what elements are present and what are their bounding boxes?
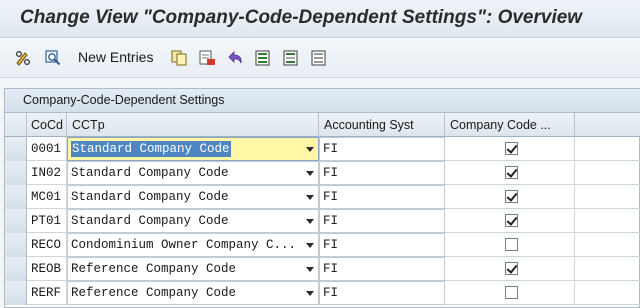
table-row: IN02 Standard Company Code FI — [5, 161, 640, 185]
chevron-down-icon[interactable] — [306, 195, 314, 200]
column-header-company-code[interactable]: Company Code ... — [445, 113, 575, 137]
select-block-icon[interactable] — [282, 49, 300, 67]
table-row: RERF Reference Company Code FI — [5, 281, 640, 305]
panel-title-bar: Company-Code-Dependent Settings — [5, 89, 640, 113]
table-header: CoCd CCTp Accounting Syst Company Code .… — [5, 113, 640, 137]
company-code-checkbox[interactable] — [505, 190, 518, 203]
table-row: 0001 Standard Company Code FI — [5, 137, 640, 161]
company-code-checkbox[interactable] — [505, 238, 518, 251]
company-code-cell — [445, 185, 575, 209]
chevron-down-icon[interactable] — [306, 147, 314, 152]
chevron-down-icon[interactable] — [306, 243, 314, 248]
cctp-dropdown[interactable]: Reference Company Code — [67, 257, 319, 281]
row-selector[interactable] — [5, 209, 27, 233]
deselect-all-icon[interactable] — [310, 49, 328, 67]
undo-icon[interactable] — [226, 49, 244, 67]
select-all-column-header[interactable] — [5, 113, 27, 137]
application-toolbar: New Entries — [0, 38, 640, 78]
cctp-value: Standard Company Code — [71, 214, 229, 228]
delete-icon[interactable] — [198, 49, 216, 67]
cctp-value: Standard Company Code — [71, 190, 229, 204]
chevron-down-icon[interactable] — [306, 291, 314, 296]
row-selector[interactable] — [5, 257, 27, 281]
row-selector[interactable] — [5, 185, 27, 209]
accounting-system-field[interactable]: FI — [319, 233, 445, 257]
cctp-value: Condominium Owner Company C... — [71, 238, 297, 252]
cocd-cell: IN02 — [27, 161, 67, 185]
company-code-checkbox[interactable] — [505, 286, 518, 299]
cocd-cell: RECO — [27, 233, 67, 257]
table-row: RECO Condominium Owner Company C... FI — [5, 233, 640, 257]
cocd-cell: RERF — [27, 281, 67, 305]
column-header-accounting-system[interactable]: Accounting Syst — [319, 113, 445, 137]
company-code-checkbox[interactable] — [505, 214, 518, 227]
table-row: REOB Reference Company Code FI — [5, 257, 640, 281]
row-selector[interactable] — [5, 161, 27, 185]
accounting-system-field[interactable]: FI — [319, 137, 445, 161]
company-code-cell — [445, 209, 575, 233]
company-code-checkbox[interactable] — [505, 166, 518, 179]
cocd-cell: 0001 — [27, 137, 67, 161]
row-selector[interactable] — [5, 281, 27, 305]
cctp-dropdown[interactable]: Standard Company Code — [67, 137, 319, 161]
cctp-value: Reference Company Code — [71, 286, 237, 300]
accounting-system-field[interactable]: FI — [319, 257, 445, 281]
panel-title: Company-Code-Dependent Settings — [23, 93, 225, 107]
company-code-checkbox[interactable] — [505, 262, 518, 275]
cocd-cell: REOB — [27, 257, 67, 281]
cctp-value: Reference Company Code — [71, 262, 237, 276]
cctp-dropdown[interactable]: Reference Company Code — [67, 281, 319, 305]
select-all-icon[interactable] — [254, 49, 272, 67]
chevron-down-icon[interactable] — [306, 267, 314, 272]
cctp-dropdown[interactable]: Standard Company Code — [67, 185, 319, 209]
company-code-cell — [445, 257, 575, 281]
company-code-cell — [445, 233, 575, 257]
chevron-down-icon[interactable] — [306, 171, 314, 176]
cocd-cell: PT01 — [27, 209, 67, 233]
accounting-system-field[interactable]: FI — [319, 161, 445, 185]
column-header-cctp[interactable]: CCTp — [67, 113, 319, 137]
company-code-cell — [445, 161, 575, 185]
row-selector[interactable] — [5, 137, 27, 161]
company-code-cell — [445, 137, 575, 161]
copy-icon[interactable] — [170, 49, 188, 67]
cctp-dropdown[interactable]: Condominium Owner Company C... — [67, 233, 319, 257]
table-row: MC01 Standard Company Code FI — [5, 185, 640, 209]
column-header-cocd[interactable]: CoCd — [27, 113, 67, 137]
accounting-system-field[interactable]: FI — [319, 281, 445, 305]
cocd-cell: MC01 — [27, 185, 67, 209]
content-area: Company-Code-Dependent Settings CoCd CCT… — [0, 78, 640, 308]
company-code-cell — [445, 281, 575, 305]
table-row: PT01 Standard Company Code FI — [5, 209, 640, 233]
settings-table-panel: Company-Code-Dependent Settings CoCd CCT… — [4, 88, 640, 308]
accounting-system-field[interactable]: FI — [319, 185, 445, 209]
chevron-down-icon[interactable] — [306, 219, 314, 224]
cctp-value: Standard Company Code — [71, 166, 229, 180]
pencil-glasses-icon[interactable] — [14, 49, 32, 67]
new-entries-button[interactable]: New Entries — [78, 49, 153, 65]
page-title: Change View "Company-Code-Dependent Sett… — [20, 7, 583, 28]
cctp-value: Standard Company Code — [71, 141, 231, 157]
accounting-system-field[interactable]: FI — [319, 209, 445, 233]
row-selector[interactable] — [5, 233, 27, 257]
company-code-checkbox[interactable] — [505, 142, 518, 155]
cctp-dropdown[interactable]: Standard Company Code — [67, 209, 319, 233]
display-icon[interactable] — [44, 49, 62, 67]
title-bar: Change View "Company-Code-Dependent Sett… — [0, 0, 640, 38]
cctp-dropdown[interactable]: Standard Company Code — [67, 161, 319, 185]
